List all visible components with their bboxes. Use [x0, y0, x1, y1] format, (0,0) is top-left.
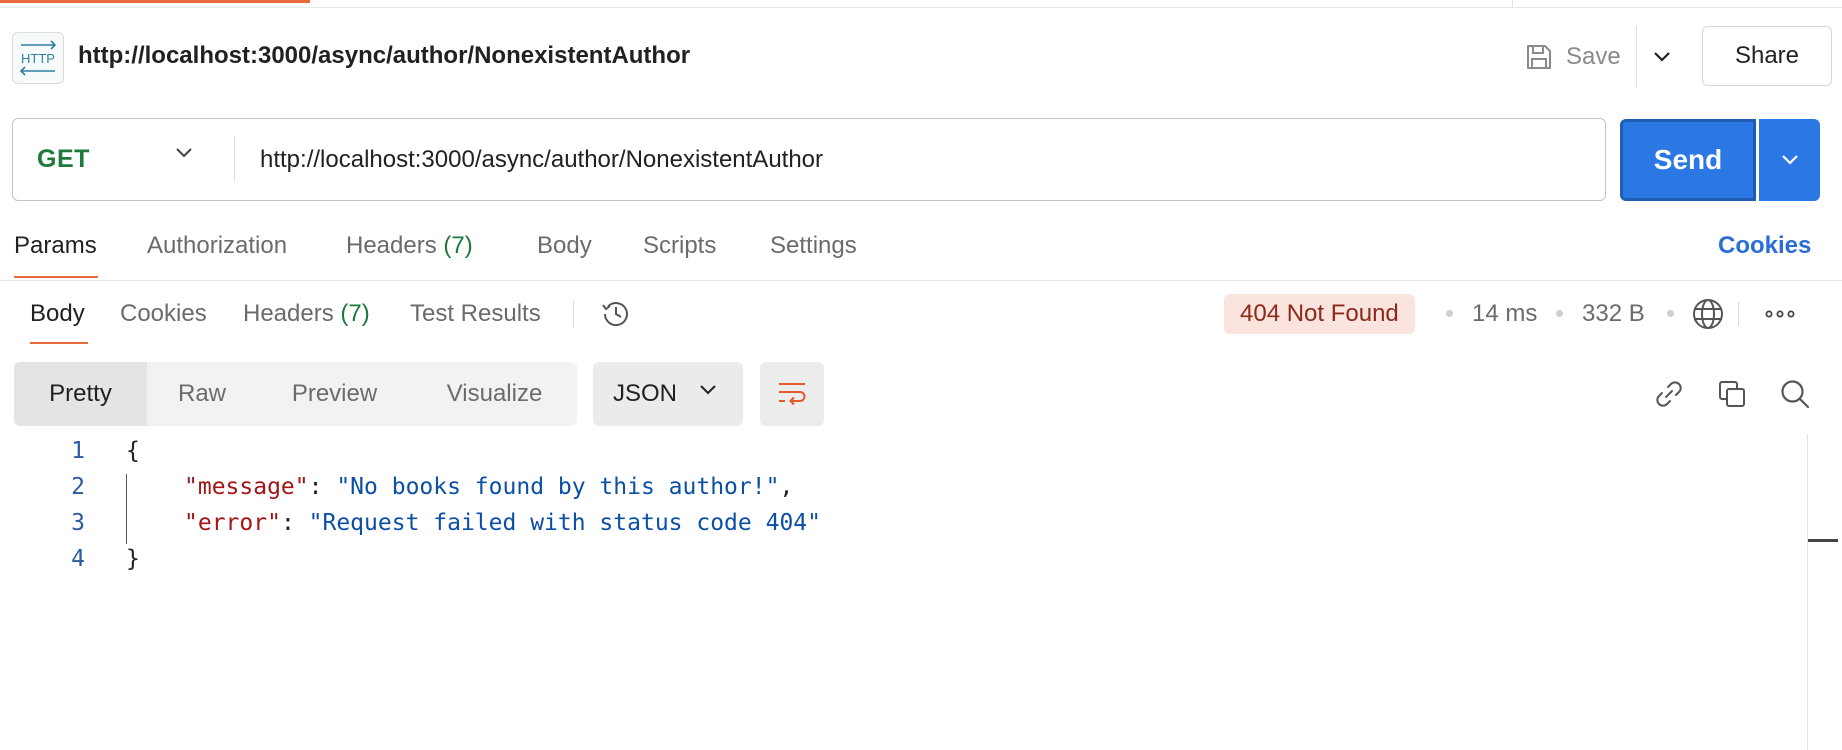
code-line: {: [126, 438, 140, 464]
tab-params[interactable]: Params: [14, 228, 97, 264]
url-input[interactable]: [246, 120, 1596, 199]
method-label: GET: [37, 145, 90, 173]
view-visualize[interactable]: Visualize: [412, 362, 577, 426]
save-button[interactable]: Save: [1518, 32, 1633, 82]
network-info-button[interactable]: [1690, 296, 1726, 332]
meta-separator: [1446, 310, 1453, 317]
response-tab-test-results[interactable]: Test Results: [410, 294, 541, 334]
request-title[interactable]: http://localhost:3000/async/author/Nonex…: [78, 40, 690, 72]
copy-response-button[interactable]: [1712, 374, 1752, 414]
scrollbar[interactable]: [1807, 434, 1808, 750]
response-tab-divider: [573, 300, 574, 328]
send-options-button[interactable]: [1759, 119, 1820, 201]
response-tab-headers[interactable]: Headers (7): [243, 294, 370, 334]
tab-headers[interactable]: Headers (7): [346, 228, 473, 264]
tab-body[interactable]: Body: [537, 228, 592, 264]
history-button[interactable]: [596, 296, 636, 332]
active-response-tab-indicator: [30, 342, 88, 344]
wrap-lines-icon: [776, 380, 808, 408]
tab-headers-label: Headers: [346, 232, 437, 259]
tab-authorization[interactable]: Authorization: [147, 228, 287, 264]
chevron-down-icon: [1653, 51, 1671, 63]
search-button[interactable]: [1775, 374, 1815, 414]
globe-icon: [1691, 297, 1725, 331]
more-options-button[interactable]: [1762, 298, 1798, 330]
history-icon: [599, 297, 633, 331]
view-preview[interactable]: Preview: [257, 362, 412, 426]
meta-divider: [1738, 302, 1739, 326]
method-divider: [234, 136, 235, 182]
format-select[interactable]: JSON: [593, 362, 743, 426]
tab-progress-bar: [0, 0, 310, 3]
svg-text:HTTP: HTTP: [21, 51, 55, 66]
response-tab-cookies[interactable]: Cookies: [120, 294, 207, 334]
response-tab-body[interactable]: Body: [30, 294, 85, 334]
code-line: }: [126, 546, 140, 572]
save-divider: [1636, 26, 1637, 88]
line-number: 3: [71, 510, 85, 536]
cookies-link[interactable]: Cookies: [1718, 228, 1811, 264]
json-key: "message": [184, 474, 309, 500]
meta-separator: [1556, 310, 1563, 317]
code-line: "message": "No books found by this autho…: [184, 474, 794, 500]
save-label: Save: [1566, 43, 1621, 70]
search-icon: [1779, 378, 1811, 410]
response-headers-label: Headers: [243, 300, 334, 327]
json-value: "Request failed with status code 404": [308, 510, 821, 536]
response-time[interactable]: 14 ms: [1472, 296, 1537, 332]
format-label: JSON: [613, 380, 678, 407]
save-options-button[interactable]: [1646, 32, 1678, 82]
chevron-down-icon: [175, 147, 193, 159]
active-tab-indicator: [14, 276, 98, 278]
tab-scripts[interactable]: Scripts: [643, 228, 716, 264]
top-divider: [1512, 0, 1513, 7]
chevron-down-icon: [699, 384, 717, 396]
tab-settings[interactable]: Settings: [770, 228, 857, 264]
code-line: "error": "Request failed with status cod…: [184, 510, 821, 536]
json-key: "error": [184, 510, 281, 536]
meta-separator: [1667, 310, 1674, 317]
scrollbar-marker: [1808, 539, 1838, 542]
response-size[interactable]: 332 B: [1582, 296, 1645, 332]
line-number: 4: [71, 546, 85, 572]
view-raw[interactable]: Raw: [147, 362, 257, 426]
http-icon: HTTP: [12, 32, 64, 84]
response-headers-count: (7): [340, 300, 370, 327]
indent-guide: [126, 474, 127, 544]
method-select[interactable]: GET: [13, 119, 233, 200]
copy-icon: [1716, 378, 1748, 410]
json-value: "No books found by this author!": [336, 474, 780, 500]
headers-count: (7): [443, 232, 473, 259]
view-pretty[interactable]: Pretty: [14, 362, 147, 426]
section-divider: [0, 280, 1842, 281]
line-number: 1: [71, 438, 85, 464]
status-badge[interactable]: 404 Not Found: [1224, 294, 1415, 334]
save-icon: [1524, 42, 1554, 72]
copy-link-button[interactable]: [1649, 374, 1689, 414]
chevron-down-icon: [1781, 154, 1799, 166]
more-icon: [1765, 310, 1795, 318]
line-number: 2: [71, 474, 85, 500]
send-button[interactable]: Send: [1620, 119, 1756, 201]
link-icon: [1653, 378, 1685, 410]
wrap-lines-button[interactable]: [760, 362, 824, 426]
share-button[interactable]: Share: [1702, 26, 1832, 86]
